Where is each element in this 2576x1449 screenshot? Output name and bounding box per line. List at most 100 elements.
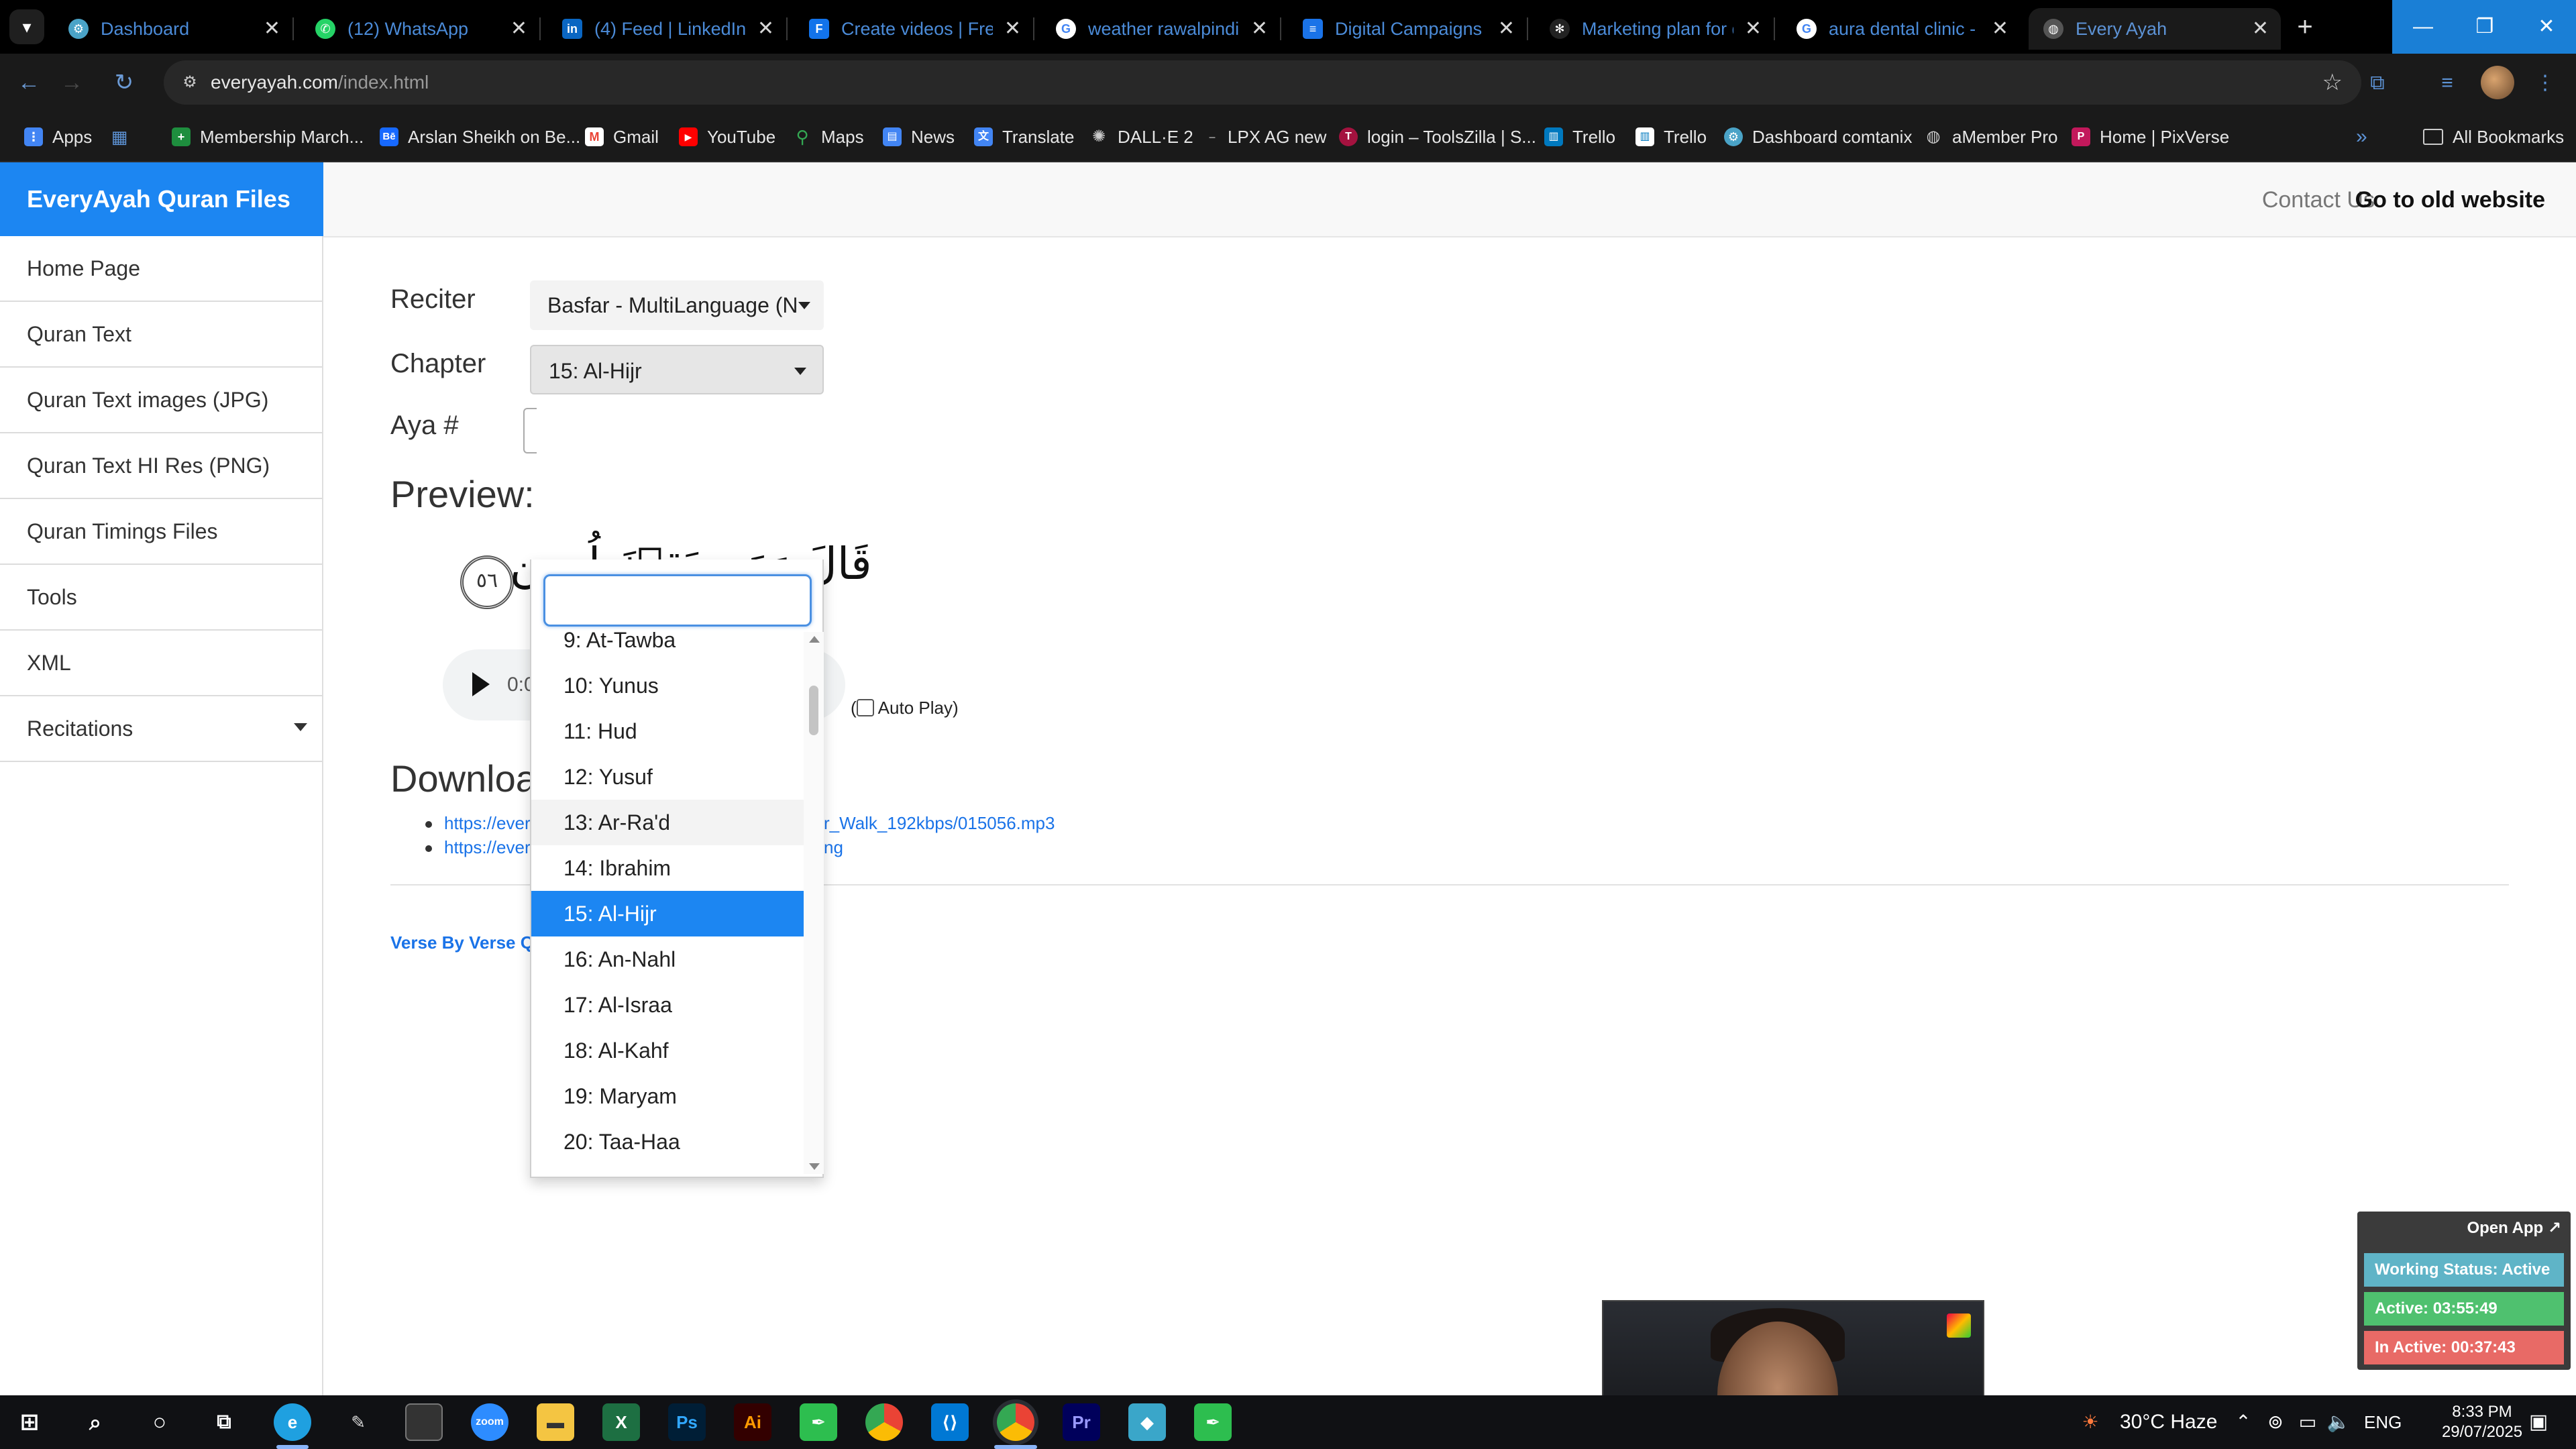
chapter-option[interactable]: 20: Taa-Haa	[531, 1119, 804, 1165]
chapter-option[interactable]: 9: At-Tawba	[531, 632, 804, 663]
pen-icon[interactable]: ✎	[339, 1403, 377, 1441]
more-menu-icon[interactable]: ⋮	[2530, 68, 2560, 98]
chapter-option[interactable]: 12: Yusuf	[531, 754, 804, 800]
diamond-icon[interactable]: ◆	[1128, 1403, 1166, 1441]
close-icon[interactable]: ✕	[1251, 8, 1268, 50]
network-icon[interactable]: ▭	[2294, 1409, 2321, 1436]
taskview-icon[interactable]: ⧉	[205, 1403, 243, 1441]
bookmark-dalle[interactable]: ✺ DALL·E 2	[1089, 111, 1193, 162]
reload-button[interactable]: ↻	[109, 67, 140, 98]
language-indicator[interactable]: ENG	[2364, 1395, 2402, 1449]
tab-aura-dental[interactable]: G aura dental clinic - G ✕	[1782, 8, 2021, 50]
scroll-down-icon[interactable]	[809, 1163, 820, 1170]
window-close-button[interactable]: ✕	[2516, 0, 2576, 54]
forward-button[interactable]: →	[56, 67, 87, 98]
chrome-icon[interactable]	[997, 1403, 1034, 1441]
sidebar-item-quran-timings[interactable]: Quran Timings Files	[0, 499, 322, 565]
photoshop-icon[interactable]: Ps	[668, 1403, 706, 1441]
chapter-option[interactable]: 11: Hud	[531, 708, 804, 754]
play-icon[interactable]	[472, 672, 490, 696]
site-settings-icon[interactable]: ⚙	[178, 71, 201, 94]
close-icon[interactable]: ✕	[757, 8, 774, 50]
bookmark-toolszilla[interactable]: Tlogin – ToolsZilla | S...	[1339, 111, 1536, 162]
autoplay-option[interactable]: (Auto Play)	[851, 698, 959, 718]
sidebar-item-quran-text-images[interactable]: Quran Text images (JPG)	[0, 368, 322, 433]
terminal-icon[interactable]	[405, 1403, 443, 1441]
vscode-icon[interactable]: ⟨⟩	[931, 1403, 969, 1441]
close-icon[interactable]: ✕	[1992, 8, 2008, 50]
reciter-select[interactable]: Basfar - MultiLanguage (N	[530, 280, 824, 330]
mp3-download-link-tail[interactable]: r_Walk_192kbps/015056.mp3	[824, 813, 1055, 834]
dropdown-scrollbar[interactable]	[804, 632, 824, 1174]
autoplay-checkbox[interactable]	[856, 699, 874, 717]
sidebar-item-tools[interactable]: Tools	[0, 565, 322, 631]
cortana-circle-icon[interactable]: ○	[141, 1403, 178, 1441]
bookmark-trello-2[interactable]: ▥ Trello	[1635, 111, 1707, 162]
tab-search-menu-button[interactable]: ▾	[9, 9, 44, 44]
bookmark-apps[interactable]: ⋮ Apps	[24, 111, 92, 162]
close-icon[interactable]: ✕	[2252, 8, 2269, 50]
meet-icon[interactable]: ⊚	[2262, 1409, 2289, 1436]
scroll-up-icon[interactable]	[809, 636, 820, 643]
sidebar-item-quran-text[interactable]: Quran Text	[0, 302, 322, 368]
pen-tool-icon[interactable]: ✒	[800, 1403, 837, 1441]
all-bookmarks-button[interactable]: All Bookmarks	[2423, 111, 2564, 162]
edge-icon[interactable]: e	[274, 1403, 311, 1441]
bookmark-news[interactable]: ▤ News	[883, 111, 955, 162]
extensions-icon[interactable]: ⧉	[2363, 68, 2392, 98]
chrome-icon[interactable]	[865, 1403, 903, 1441]
sidebar-item-quran-text-hires[interactable]: Quran Text HI Res (PNG)	[0, 433, 322, 499]
close-icon[interactable]: ✕	[264, 8, 280, 50]
scrollbar-thumb[interactable]	[809, 686, 818, 735]
close-icon[interactable]: ✕	[1004, 8, 1021, 50]
tab-digital-campaigns[interactable]: ≡ Digital Campaigns vs ✕	[1288, 8, 1527, 50]
window-restore-button[interactable]: ❐	[2454, 0, 2516, 54]
chapter-option[interactable]: 10: Yunus	[531, 663, 804, 708]
old-website-link[interactable]: Go to old website	[2355, 162, 2545, 237]
verse-by-verse-link[interactable]: Verse By Verse Q	[390, 932, 534, 953]
close-icon[interactable]: ✕	[1498, 8, 1515, 50]
sidebar-item-recitations[interactable]: Recitations	[0, 696, 322, 762]
tab-dashboard[interactable]: ⚙ Dashboard ✕	[54, 8, 292, 50]
bookmark-dashboard-comtanix[interactable]: ⚙ Dashboard comtanix	[1724, 111, 1912, 162]
back-button[interactable]: ←	[13, 67, 44, 98]
address-bar[interactable]: ⚙ everyayah.com/index.html ☆	[164, 60, 2361, 105]
excel-icon[interactable]: X	[602, 1403, 640, 1441]
folder-icon[interactable]: ▬	[537, 1403, 574, 1441]
chapter-option-selected[interactable]: 15: Al-Hijr	[531, 891, 804, 936]
bookmark-youtube[interactable]: ▶ YouTube	[679, 111, 775, 162]
chapter-option[interactable]: 18: Al-Kahf	[531, 1028, 804, 1073]
bookmark-translate[interactable]: 文 Translate	[974, 111, 1074, 162]
aya-select[interactable]	[523, 408, 537, 453]
bookmark-trello-1[interactable]: ▥ Trello	[1544, 111, 1615, 162]
tab-freepik[interactable]: F Create videos | Freep ✕	[794, 8, 1033, 50]
close-icon[interactable]: ✕	[1745, 8, 1762, 50]
system-clock[interactable]: 8:33 PM 29/07/2025	[2439, 1402, 2525, 1442]
chapter-select[interactable]: 15: Al-Hijr	[530, 345, 824, 394]
chevron-up-icon[interactable]: ⌃	[2230, 1409, 2257, 1436]
bookmark-grid[interactable]: ▦	[110, 111, 138, 162]
dropdown-search-input[interactable]	[543, 574, 812, 627]
weather-icon[interactable]: ☀	[2077, 1409, 2104, 1436]
sidebar-item-xml[interactable]: XML	[0, 631, 322, 696]
volume-icon[interactable]: 🔈	[2325, 1409, 2352, 1436]
bookmark-lpx[interactable]: – LPX AG new	[1206, 111, 1326, 162]
png-download-link-tail[interactable]: ng	[824, 837, 843, 858]
chapter-option[interactable]: 19: Maryam	[531, 1073, 804, 1119]
bookmarks-overflow-chevron-icon[interactable]: »	[2356, 111, 2367, 162]
profile-avatar[interactable]	[2481, 66, 2514, 99]
chapter-option-hovered[interactable]: 13: Ar-Ra'd	[531, 800, 804, 845]
zoom-icon[interactable]: zoom	[471, 1403, 508, 1441]
chapter-option[interactable]: 16: An-Nahl	[531, 936, 804, 982]
close-icon[interactable]: ✕	[511, 8, 527, 50]
tab-linkedin[interactable]: in (4) Feed | LinkedIn ✕	[547, 8, 786, 50]
tab-whatsapp[interactable]: ✆ (12) WhatsApp ✕	[301, 8, 539, 50]
bookmark-gmail[interactable]: M Gmail	[585, 111, 659, 162]
sidebar-item-home[interactable]: Home Page	[0, 236, 322, 302]
mp3-download-link[interactable]: https://ever	[444, 813, 531, 834]
pen-tool-icon[interactable]: ✒	[1194, 1403, 1232, 1441]
new-tab-button[interactable]: +	[2286, 8, 2324, 46]
illustrator-icon[interactable]: Ai	[734, 1403, 771, 1441]
open-app-link[interactable]: Open App ↗	[2467, 1218, 2561, 1238]
chapter-option[interactable]: 17: Al-Israa	[531, 982, 804, 1028]
